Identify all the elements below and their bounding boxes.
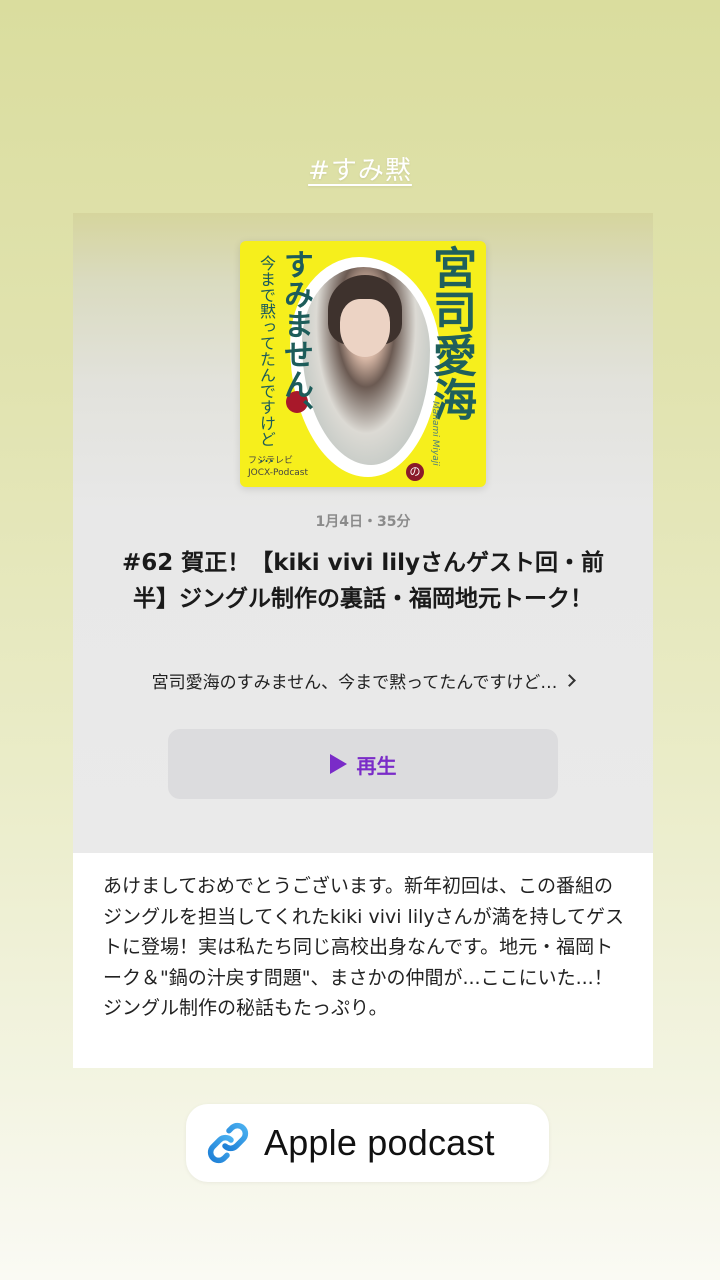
artwork-show-title: すみません、	[278, 249, 313, 429]
play-button[interactable]: 再生	[168, 729, 558, 799]
episode-title: #62 賀正！【kiki vivi lilyさんゲスト回・前半】ジングル制作の裏…	[121, 550, 605, 612]
chevron-right-icon	[563, 674, 577, 687]
artwork-brand: フジテレビ JOCX-Podcast	[248, 455, 308, 479]
artwork-brand-line2: JOCX-Podcast	[248, 468, 308, 478]
show-link[interactable]: 宮司愛海のすみません、今まで黙ってたんですけど…	[73, 668, 653, 693]
link-label: Apple podcast	[264, 1122, 495, 1163]
episode-meta: 1月4日・35分	[315, 514, 411, 530]
link-sticker[interactable]: Apple podcast	[186, 1104, 549, 1182]
artwork-show-subtitle: 今まで黙ってたんですけど…	[257, 255, 276, 466]
episode-description: あけましておめでとうございます。新年初回は、この番組のジングルを担当してくれたk…	[73, 853, 653, 1068]
link-icon	[204, 1119, 252, 1167]
artwork-face	[340, 299, 390, 357]
artwork-no-badge: の	[406, 463, 424, 481]
artwork-host-name: 宮司愛海	[425, 245, 476, 421]
play-icon	[329, 754, 347, 774]
podcast-episode-card[interactable]: 宮司愛海 の すみません、 今まで黙ってたんですけど… Manami Miyaj…	[73, 213, 653, 1068]
show-name: 宮司愛海のすみません、今まで黙ってたんですけど…	[151, 673, 558, 693]
artwork-name-en: Manami Miyaji	[430, 401, 440, 466]
hashtag-sticker[interactable]: #すみ黙	[0, 150, 720, 187]
podcast-artwork: 宮司愛海 の すみません、 今まで黙ってたんですけど… Manami Miyaj…	[240, 241, 486, 487]
artwork-brand-line1: フジテレビ	[248, 456, 294, 466]
play-label: 再生	[356, 753, 397, 778]
